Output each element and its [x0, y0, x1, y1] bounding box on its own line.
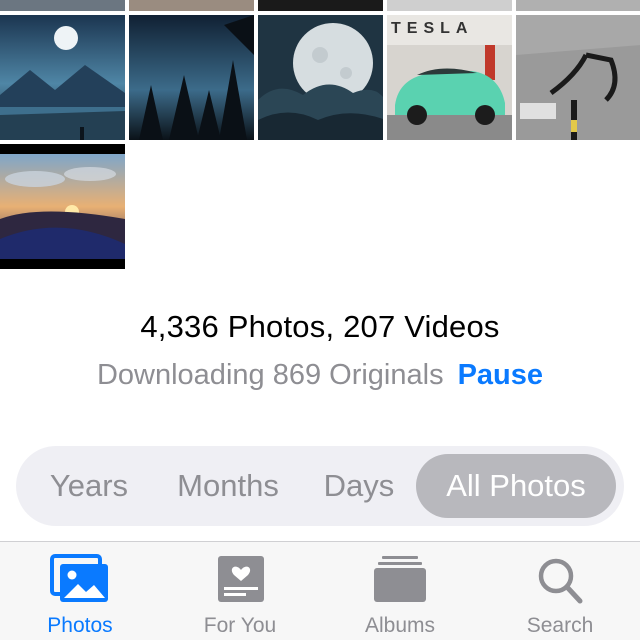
- segment-months[interactable]: Months: [162, 454, 294, 518]
- photos-icon: [50, 554, 110, 606]
- segment-years[interactable]: Years: [34, 454, 144, 518]
- photo-thumbnail-tesla[interactable]: TESLA: [387, 15, 512, 140]
- segment-days[interactable]: Days: [312, 454, 406, 518]
- tab-photos[interactable]: Photos: [0, 542, 160, 640]
- tab-for-you-label: For You: [203, 614, 277, 637]
- photo-thumbnail-partial[interactable]: [258, 0, 383, 11]
- tab-bar: Photos For You Albums Search: [0, 541, 640, 640]
- search-icon: [530, 554, 590, 606]
- tab-search-label: Search: [526, 614, 594, 637]
- photo-thumbnail-partial[interactable]: [387, 0, 512, 11]
- albums-icon: [370, 554, 430, 606]
- tab-search[interactable]: Search: [480, 542, 640, 640]
- library-summary: 4,336 Photos, 207 Videos Downloading 869…: [0, 308, 640, 392]
- download-status-line: Downloading 869 Originals Pause: [0, 358, 640, 392]
- svg-text:TESLA: TESLA: [391, 20, 473, 37]
- photo-thumbnail-pine-forest[interactable]: [129, 15, 254, 140]
- library-count: 4,336 Photos, 207 Videos: [140, 309, 500, 344]
- photo-thumbnail-partial[interactable]: [0, 0, 125, 11]
- photo-thumbnail-partial[interactable]: [129, 0, 254, 11]
- tab-albums-label: Albums: [364, 614, 436, 637]
- segment-all-photos[interactable]: All Photos: [416, 454, 616, 518]
- download-status: Downloading 869 Originals: [96, 359, 444, 391]
- photo-thumbnail-sunset[interactable]: [0, 144, 125, 269]
- photo-thumbnail-partial[interactable]: [516, 0, 640, 11]
- tab-albums[interactable]: Albums: [320, 542, 480, 640]
- photo-thumbnail-full-moon[interactable]: [258, 15, 383, 140]
- pause-button[interactable]: Pause: [458, 359, 543, 391]
- photo-grid: TESLA: [0, 0, 640, 270]
- view-selector: Years Months Days All Photos: [16, 446, 624, 526]
- for-you-icon: [210, 554, 270, 606]
- tab-for-you[interactable]: For You: [160, 542, 320, 640]
- photo-thumbnail-mountain-lake[interactable]: [0, 15, 125, 140]
- photo-thumbnail-bicycle[interactable]: [516, 15, 640, 140]
- tab-photos-label: Photos: [47, 614, 113, 637]
